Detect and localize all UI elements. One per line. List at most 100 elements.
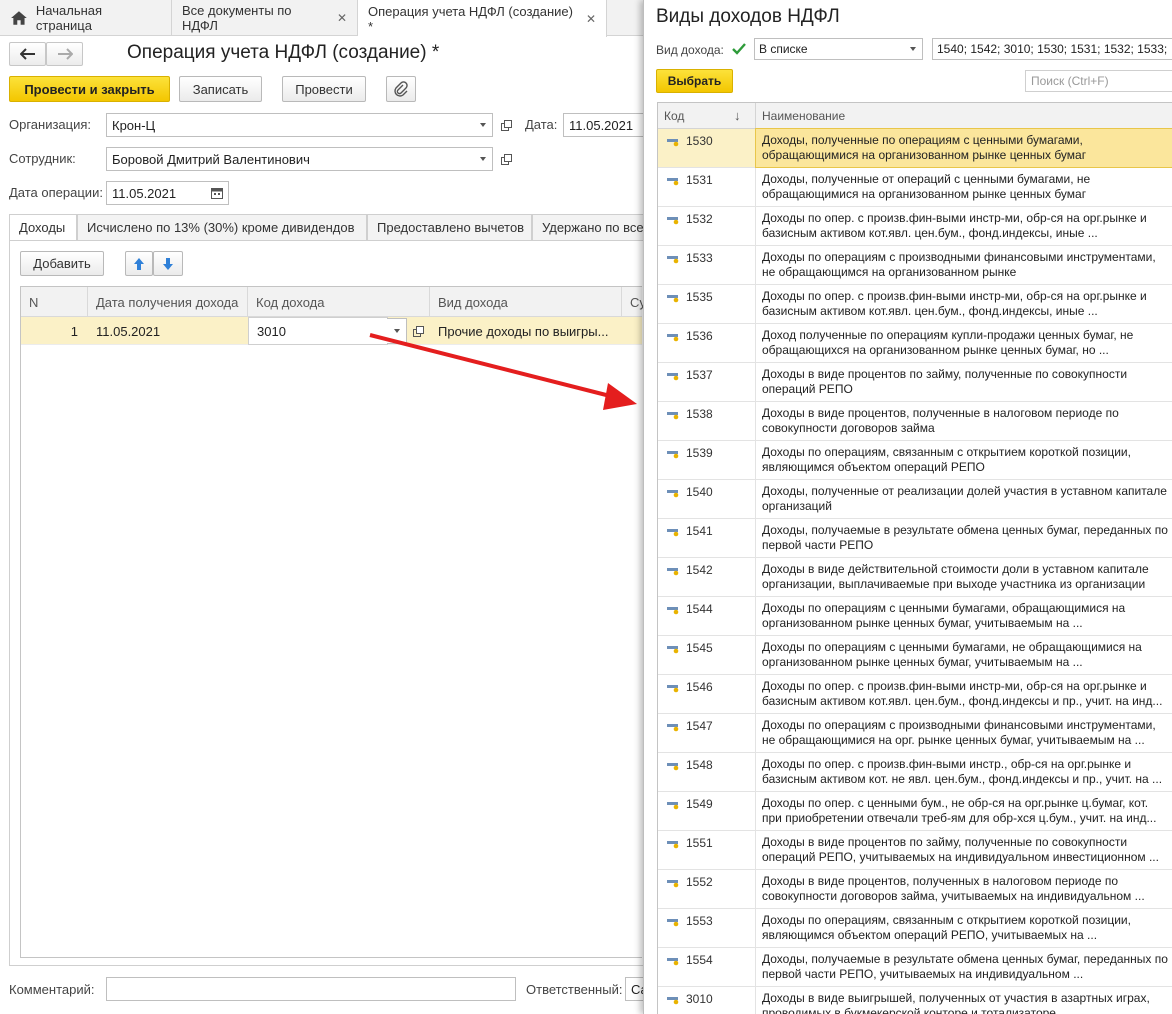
table-row[interactable]: 1 11.05.2021 3010 Прочие доходы по выигр… xyxy=(21,317,642,345)
list-item-code: 1553 xyxy=(658,909,756,947)
row-income-code-input[interactable]: 3010 xyxy=(248,317,388,345)
operation-date-field[interactable]: 11.05.2021 xyxy=(106,181,208,205)
move-down-button[interactable] xyxy=(153,251,183,276)
list-item-code: 1530 xyxy=(658,129,756,167)
back-button[interactable] xyxy=(9,42,46,66)
forward-button[interactable] xyxy=(46,42,83,66)
post-button[interactable]: Провести xyxy=(282,76,366,102)
tab-deductions[interactable]: Предоставлено вычетов xyxy=(367,214,532,241)
list-item[interactable]: 1535 Доходы по опер. с произв.фин-выми ин… xyxy=(658,285,1172,324)
column-header-code[interactable]: Код xyxy=(658,103,756,129)
date-label: Дата: xyxy=(525,117,558,132)
column-header-sum[interactable]: Су xyxy=(622,287,643,317)
catalog-item-icon xyxy=(667,997,679,1005)
open-form-icon xyxy=(500,153,512,165)
sort-indicator: ↓ xyxy=(734,108,741,123)
list-item-name: Доходы, получаемые в результате обмена ц… xyxy=(762,952,1168,981)
column-header-kind[interactable]: Вид дохода xyxy=(430,287,622,317)
column-header-name[interactable]: Наименование xyxy=(756,103,1172,129)
date-field[interactable]: 11.05.2021 xyxy=(563,113,645,137)
comment-field[interactable] xyxy=(106,977,516,1001)
list-item-code-text: 1541 xyxy=(686,524,713,538)
calendar-icon xyxy=(211,188,223,199)
add-button[interactable]: Добавить xyxy=(20,251,104,276)
list-item-code: 1545 xyxy=(658,636,756,674)
list-item[interactable]: 1537 Доходы в виде процентов по займу, по… xyxy=(658,363,1172,402)
list-item-code: 1532 xyxy=(658,207,756,245)
list-item[interactable]: 1536 Доход полученные по операциям купли-… xyxy=(658,324,1172,363)
list-item-name: Доходы по операциям с ценными бумагами, … xyxy=(762,640,1142,669)
list-item[interactable]: 1547 Доходы по операциям с производными ф… xyxy=(658,714,1172,753)
filter-mode-dropdown[interactable] xyxy=(903,38,923,60)
list-item-code: 1548 xyxy=(658,753,756,791)
list-item[interactable]: 1540 Доходы, полученные от реализации дол… xyxy=(658,480,1172,519)
tab-home[interactable]: Начальная страница xyxy=(0,0,172,36)
list-item[interactable]: 1545 Доходы по операциям с ценными бумага… xyxy=(658,636,1172,675)
list-item[interactable]: 1541 Доходы, получаемые в результате обме… xyxy=(658,519,1172,558)
employee-open-button[interactable] xyxy=(496,147,516,171)
move-up-button[interactable] xyxy=(125,251,153,276)
organization-open-button[interactable] xyxy=(496,113,516,137)
list-item-code-text: 1544 xyxy=(686,602,713,616)
tab-ndfl-operation[interactable]: Операция учета НДФЛ (создание) * ✕ xyxy=(358,0,607,37)
income-code-dropdown[interactable] xyxy=(387,318,407,344)
close-icon[interactable]: ✕ xyxy=(586,12,596,26)
list-item[interactable]: 1546 Доходы по опер. с произв.фин-выми ин… xyxy=(658,675,1172,714)
row-date[interactable]: 11.05.2021 xyxy=(88,317,248,345)
list-item-code-text: 1542 xyxy=(686,563,713,577)
list-item-code: 3010 xyxy=(658,987,756,1014)
list-item[interactable]: 1532 Доходы по опер. с произв.фин-выми ин… xyxy=(658,207,1172,246)
attach-button[interactable] xyxy=(386,76,416,102)
list-item-name: Доходы в виде действительной стоимости д… xyxy=(762,562,1149,591)
filter-mode-select[interactable]: В списке xyxy=(754,38,904,60)
organization-field[interactable]: Крон-Ц xyxy=(106,113,474,137)
select-button[interactable]: Выбрать xyxy=(656,69,733,93)
list-item-name: Доходы по операциям с ценными бумагами, … xyxy=(762,601,1126,630)
employee-field[interactable]: Боровой Дмитрий Валентинович xyxy=(106,147,474,171)
list-item[interactable]: 3010 Доходы в виде выигрышей, полученных … xyxy=(658,987,1172,1014)
catalog-item-icon xyxy=(667,451,679,459)
list-item[interactable]: 1533 Доходы по операциям с производными ф… xyxy=(658,246,1172,285)
income-types-list: Код ↓ Наименование 1530 Доходы, полученны… xyxy=(657,102,1172,1014)
calendar-button[interactable] xyxy=(207,181,229,205)
tab-calculated-13[interactable]: Исчислено по 13% (30%) кроме дивидендов xyxy=(77,214,367,241)
catalog-item-icon xyxy=(667,685,679,693)
list-item[interactable]: 1542 Доходы в виде действительной стоимос… xyxy=(658,558,1172,597)
list-item[interactable]: 1531 Доходы, полученные от операций с цен… xyxy=(658,168,1172,207)
list-item[interactable]: 1553 Доходы по операциям, связанным с отк… xyxy=(658,909,1172,948)
row-income-kind[interactable]: Прочие доходы по выигры... xyxy=(430,317,622,345)
list-item[interactable]: 1554 Доходы, получаемые в результате обме… xyxy=(658,948,1172,987)
list-item[interactable]: 1530 Доходы, полученные по операциям с це… xyxy=(658,128,1172,168)
employee-dropdown[interactable] xyxy=(473,147,493,171)
search-input[interactable]: Поиск (Ctrl+F) xyxy=(1025,70,1172,92)
post-and-close-button[interactable]: Провести и закрыть xyxy=(9,76,170,102)
list-item-code-text: 1554 xyxy=(686,953,713,967)
organization-dropdown[interactable] xyxy=(473,113,493,137)
responsible-label: Ответственный: xyxy=(526,982,623,997)
column-header-n[interactable]: N xyxy=(21,287,88,317)
catalog-item-icon xyxy=(667,490,679,498)
tab-withheld[interactable]: Удержано по все xyxy=(532,214,645,241)
list-item-code-text: 1539 xyxy=(686,446,713,460)
catalog-item-icon xyxy=(667,256,679,264)
income-code-open-button[interactable] xyxy=(408,319,428,343)
catalog-item-icon xyxy=(667,802,679,810)
save-button[interactable]: Записать xyxy=(179,76,262,102)
list-item[interactable]: 1539 Доходы по операциям, связанным с отк… xyxy=(658,441,1172,480)
column-header-code[interactable]: Код дохода xyxy=(248,287,430,317)
column-header-date[interactable]: Дата получения дохода xyxy=(88,287,248,317)
checkmark-icon[interactable] xyxy=(731,41,747,57)
tab-all-ndfl-docs[interactable]: Все документы по НДФЛ ✕ xyxy=(172,0,358,36)
list-item[interactable]: 1538 Доходы в виде процентов, полученные … xyxy=(658,402,1172,441)
list-item[interactable]: 1544 Доходы по операциям с ценными бумага… xyxy=(658,597,1172,636)
list-item[interactable]: 1551 Доходы в виде процентов по займу, по… xyxy=(658,831,1172,870)
tab-ndfl-operation-label: Операция учета НДФЛ (создание) * xyxy=(368,3,573,34)
filter-value-field[interactable]: 1540; 1542; 3010; 1530; 1531; 1532; 1533… xyxy=(932,38,1172,60)
catalog-item-icon xyxy=(667,295,679,303)
list-item[interactable]: 1548 Доходы по опер. с произв.фин-выми ин… xyxy=(658,753,1172,792)
list-item[interactable]: 1549 Доходы по опер. с ценными бум., не о… xyxy=(658,792,1172,831)
list-item-code-text: 1530 xyxy=(686,134,713,148)
close-icon[interactable]: ✕ xyxy=(337,11,347,25)
tab-income[interactable]: Доходы xyxy=(9,214,77,241)
list-item[interactable]: 1552 Доходы в виде процентов, полученных … xyxy=(658,870,1172,909)
